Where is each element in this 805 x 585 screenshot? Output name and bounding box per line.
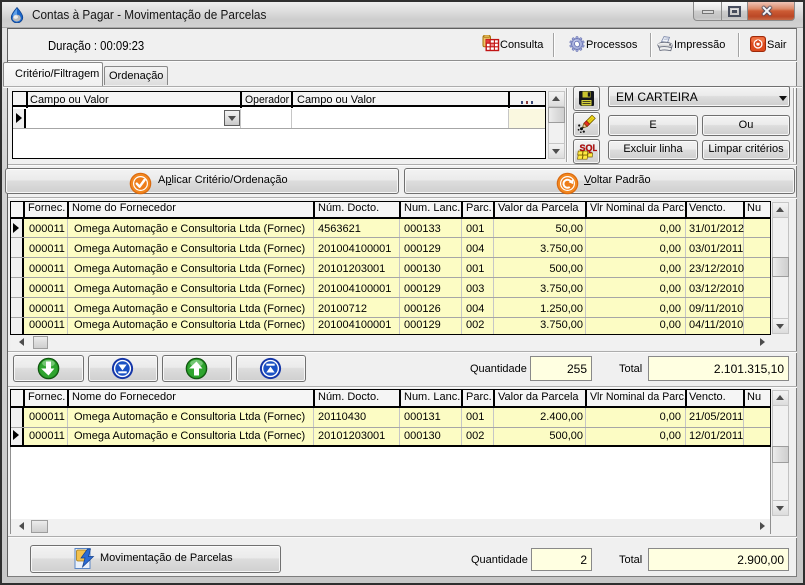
svg-text:SQL: SQL bbox=[580, 143, 598, 153]
